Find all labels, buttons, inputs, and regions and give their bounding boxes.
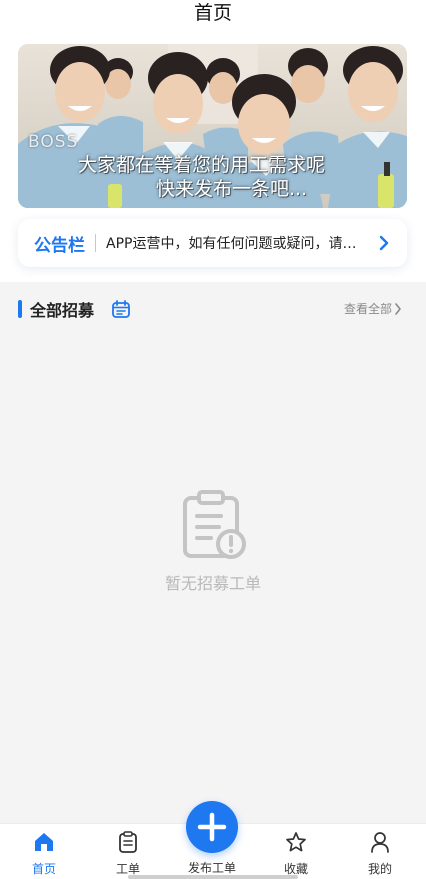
tab-home[interactable]: 首页 — [4, 824, 84, 879]
banner-overlay-small: BOSS — [28, 132, 79, 152]
tab-home-label: 首页 — [31, 862, 56, 876]
user-icon — [371, 832, 389, 853]
page-header: 首页 BOSS 大家都在等着您的用工需求呢 快来发布一条吧... 公告栏 APP… — [0, 0, 426, 282]
publish-button[interactable] — [186, 801, 238, 853]
calendar-icon — [112, 300, 130, 318]
chevron-right-icon[interactable] — [377, 233, 391, 253]
tab-favorites[interactable]: 收藏 — [256, 824, 336, 879]
tab-mine-label: 我的 — [367, 862, 392, 876]
section-title: 全部招募 — [30, 301, 95, 320]
tab-orders[interactable]: 工单 — [88, 824, 168, 879]
plus-icon — [197, 812, 227, 842]
banner-slogan-line1: 大家都在等着您的用工需求呢 — [78, 154, 326, 176]
clipboard-icon — [119, 831, 137, 853]
chevron-right-icon[interactable] — [394, 303, 402, 315]
home-indicator — [128, 875, 298, 879]
tab-mine[interactable]: 我的 — [340, 824, 420, 879]
clipboard-alert-icon — [183, 490, 246, 559]
view-all-link[interactable]: 查看全部 — [344, 300, 392, 317]
empty-state-text: 暂无招募工单 — [164, 574, 261, 593]
notice-title: 公告栏 — [34, 235, 85, 256]
banner-slogan-line2: 快来发布一条吧... — [156, 178, 308, 200]
notice-text: APP运营中，如有任何问题或疑问，请联系客服 — [106, 236, 368, 252]
recruit-section-header: 全部招募 查看全部 — [0, 290, 426, 330]
home-icon — [35, 833, 53, 851]
notice-divider — [95, 234, 96, 252]
page-title: 首页 — [193, 2, 232, 24]
notice-bar[interactable]: 公告栏 APP运营中，如有任何问题或疑问，请联系客服 — [18, 219, 407, 267]
banner-carousel[interactable]: BOSS 大家都在等着您的用工需求呢 快来发布一条吧... — [18, 44, 407, 208]
star-icon — [286, 832, 306, 852]
publish-button-label: 发布工单 — [187, 861, 236, 875]
section-accent-bar — [18, 300, 22, 318]
